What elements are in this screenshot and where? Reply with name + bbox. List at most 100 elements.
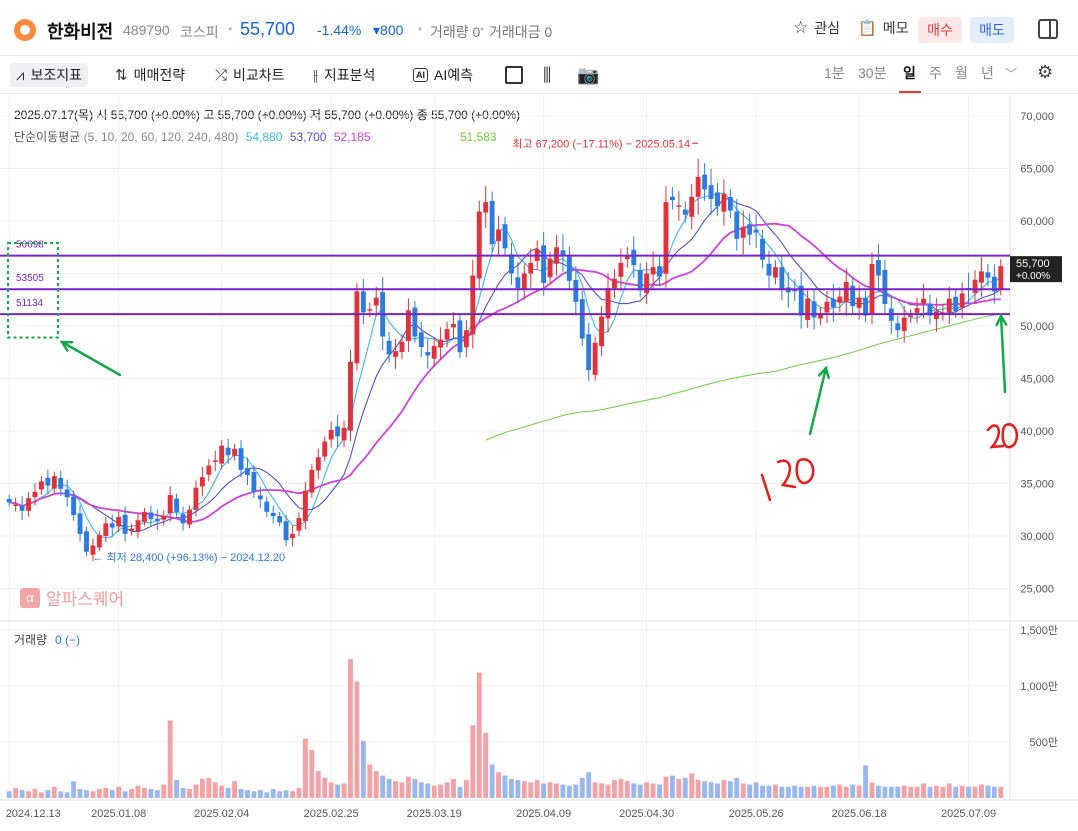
- volume-bar: [399, 782, 405, 798]
- period-1min[interactable]: 1분: [824, 63, 845, 83]
- volume-bar: [277, 791, 283, 798]
- candle-body: [444, 329, 450, 340]
- selected-period-indicator: [899, 91, 921, 93]
- candle-body: [824, 301, 830, 313]
- volume-bar: [689, 773, 695, 798]
- indicators-label: 보조지표: [30, 67, 82, 83]
- period-month[interactable]: 월: [955, 63, 968, 83]
- indicator-add-icon: ⩘: [16, 66, 25, 84]
- volume-bar: [953, 786, 959, 798]
- price-chart[interactable]: 566985350551134 70,00065,00060,00055,000…: [0, 95, 1078, 831]
- volume-bar: [541, 783, 547, 798]
- period-30min[interactable]: 30분: [858, 63, 886, 83]
- candle-body: [985, 272, 991, 278]
- candle-body: [399, 341, 405, 353]
- volume-bar: [245, 790, 250, 798]
- candle-body: [508, 254, 514, 274]
- period-week[interactable]: 주: [929, 63, 942, 83]
- buy-button[interactable]: 매수: [918, 17, 962, 43]
- chart-toolbar: ⩘ 보조지표 ⇅ 매매전략 ⤮ 비교차트 ⫲ 지표분석 AI AI예측 ⫼ 📷: [0, 56, 1078, 94]
- candle-body: [71, 496, 77, 515]
- change-amount: ▾800: [373, 22, 404, 38]
- turnover-summary: 거래대금 0: [489, 24, 553, 40]
- side-panel-toggle-icon[interactable]: [1038, 19, 1058, 39]
- volume-bar: [592, 782, 598, 798]
- candle-body: [135, 520, 141, 532]
- candle-body: [167, 495, 173, 514]
- candle-body: [187, 509, 192, 525]
- volume-bar: [51, 786, 57, 798]
- candle-body: [129, 528, 135, 531]
- candle-type-button[interactable]: ⫼: [543, 63, 551, 87]
- candle-body: [979, 271, 984, 283]
- y-tick-label: 60,000: [1020, 216, 1054, 228]
- indicators-button[interactable]: ⩘ 보조지표: [10, 63, 88, 87]
- volume-bar: [167, 720, 173, 798]
- volume-bar: [315, 771, 321, 798]
- volume-bar: [154, 790, 160, 798]
- volume-bar: [779, 786, 785, 798]
- volume-summary: 거래량 0: [430, 24, 481, 40]
- last-price-change: +0.00%: [1016, 271, 1050, 282]
- period-year[interactable]: 년: [981, 63, 994, 83]
- stock-name: 한화비전: [47, 22, 114, 42]
- volume-bar: [393, 781, 398, 798]
- volume-bar: [715, 783, 720, 798]
- candle-body: [431, 345, 437, 359]
- volume-bar: [721, 780, 727, 798]
- candle-body: [766, 263, 772, 276]
- volume-bar: [850, 784, 856, 798]
- period-more-chevron-down-icon[interactable]: ﹀: [1005, 65, 1017, 82]
- ma20-line: [9, 222, 1001, 523]
- candle-body: [760, 238, 765, 260]
- volume-bar: [657, 784, 662, 798]
- volume-tick-label: 1,000만: [1020, 680, 1058, 693]
- volume-bar: [483, 733, 489, 798]
- candle-body: [116, 517, 122, 527]
- last-price-value: 55,700: [1016, 258, 1050, 270]
- candle-body: [335, 426, 341, 437]
- volume-bar: [785, 786, 791, 798]
- volume-bar: [219, 785, 225, 798]
- volume-bar: [888, 786, 894, 798]
- candle-body: [631, 249, 637, 266]
- volume-bar: [695, 780, 701, 798]
- candle-body: [232, 448, 238, 456]
- volume-bar: [212, 782, 218, 798]
- trading-strategy-button[interactable]: ⇅ 매매전략: [115, 63, 185, 87]
- candle-body: [586, 334, 592, 371]
- candle-body: [212, 460, 218, 462]
- indicator-analysis-button[interactable]: ⫲ 지표분석: [313, 63, 375, 87]
- candle-body: [702, 174, 708, 190]
- volume-bar: [682, 777, 688, 798]
- candle-body: [740, 227, 746, 238]
- memo-button[interactable]: 📋 메모: [858, 18, 908, 38]
- support-labels-box: [7, 242, 59, 339]
- volume-bar: [644, 782, 650, 798]
- volume-bar: [45, 790, 51, 798]
- volume-bar: [77, 789, 83, 798]
- candle-body: [328, 429, 334, 440]
- candle-body: [753, 229, 759, 233]
- volume-bar: [386, 778, 392, 798]
- candle-body: [199, 477, 205, 487]
- volume-bar: [341, 783, 347, 798]
- volume-bar: [476, 672, 482, 798]
- screenshot-button[interactable]: 📷: [577, 63, 599, 87]
- candle-body: [734, 211, 740, 239]
- candle-body: [26, 498, 31, 511]
- x-tick-label: 2025.05.26: [729, 808, 784, 820]
- volume-bar: [940, 786, 946, 798]
- period-day[interactable]: 일: [903, 63, 916, 83]
- favorite-label: 관심: [814, 20, 841, 36]
- volume-bar: [264, 792, 270, 798]
- chart-type-box-button[interactable]: [505, 63, 523, 87]
- settings-gear-icon[interactable]: ⚙: [1037, 62, 1053, 83]
- compare-chart-button[interactable]: ⤮ 비교차트: [215, 63, 285, 87]
- stock-code: 489790: [123, 22, 170, 38]
- sell-button[interactable]: 매도: [970, 17, 1014, 43]
- candle-body: [843, 281, 849, 303]
- favorite-button[interactable]: ☆ 관심: [793, 18, 840, 38]
- ai-forecast-button[interactable]: AI AI예측: [413, 63, 473, 87]
- candle-body: [290, 533, 295, 539]
